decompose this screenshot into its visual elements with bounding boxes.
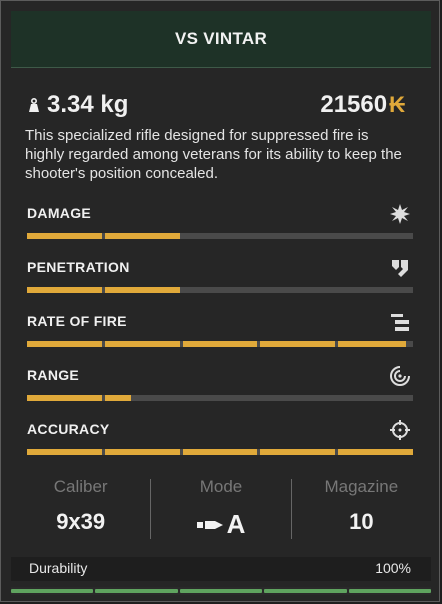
durability-segment (348, 589, 432, 593)
stat-bar-segment (338, 449, 413, 455)
durability-segment (264, 589, 347, 593)
mode-value: A (196, 509, 246, 540)
stat-bar (27, 341, 413, 347)
stat-bar-fill (338, 449, 413, 455)
weapon-description: This specialized rifle designed for supp… (25, 127, 402, 182)
stat-bar-fill (27, 449, 102, 455)
stat-label: RATE OF FIRE (27, 313, 127, 329)
stat-accuracy: ACCURACY (25, 419, 415, 461)
armor-piercing-icon (389, 257, 411, 279)
stat-label: RANGE (27, 367, 80, 383)
weight-value: 3.34 kg (47, 91, 129, 118)
stat-bar-segment (338, 287, 413, 293)
weapon-info: Caliber 9x39 Mode A Magazine 10 (11, 471, 431, 547)
weight-display: 3.34 kg (25, 91, 128, 119)
stat-bar-segment (260, 287, 336, 293)
stat-bar-fill (104, 287, 180, 293)
stat-bar-fill (182, 341, 258, 347)
stat-bar-fill (27, 395, 102, 401)
stat-bar-fill (104, 449, 180, 455)
stat-rate-of-fire: RATE OF FIRE (25, 313, 415, 353)
stat-label: PENETRATION (27, 259, 130, 275)
stat-bar-segment (27, 233, 102, 239)
stat-bar-fill (104, 233, 180, 239)
stat-bar-fill (260, 341, 336, 347)
stat-bar-segment (260, 449, 336, 455)
stat-label: DAMAGE (27, 205, 92, 221)
durability-segment (11, 589, 94, 593)
fire-mode-letter: A (226, 509, 246, 539)
magazine-label: Magazine (324, 477, 399, 496)
caliber-column: Caliber 9x39 (11, 471, 150, 547)
price-display: 21560 ₭ (320, 91, 405, 119)
stat-range: RANGE (25, 365, 415, 407)
stat-bar (27, 287, 413, 293)
stat-bar-segment (182, 233, 258, 239)
stat-bar-segment (260, 395, 336, 401)
stat-bar (27, 449, 413, 455)
stat-bar-segment (27, 341, 102, 347)
stat-bar-segment (104, 287, 180, 293)
stat-bar (27, 395, 413, 401)
stat-bar-segment (182, 395, 258, 401)
stat-bar-fill (27, 341, 102, 347)
stat-bar-segment (182, 341, 258, 347)
durability-segment (179, 589, 263, 593)
stat-bar-fill (27, 287, 102, 293)
stat-bar-fill (104, 341, 180, 347)
stat-bar-segment (338, 341, 413, 347)
caliber-label: Caliber (53, 477, 108, 496)
stat-bar-segment (104, 449, 180, 455)
stat-bar-fill (27, 233, 102, 239)
durability-label: Durability (29, 560, 88, 576)
price-value: 21560 (320, 91, 388, 118)
stat-bar-segment (338, 233, 413, 239)
weapon-name: VS VINTAR (174, 29, 268, 48)
durability-row: Durability 100% (11, 557, 431, 581)
bullet-icon (196, 520, 223, 529)
stat-bar-fill (260, 449, 336, 455)
stat-bar-segment (182, 287, 258, 293)
stat-bar-segment (104, 395, 180, 401)
stat-penetration: PENETRATION (25, 259, 415, 299)
stat-bar-segment (182, 449, 258, 455)
magazine-value: 10 (349, 509, 374, 534)
stat-bar-segment (338, 395, 413, 401)
stat-bar-fill (182, 449, 258, 455)
magazine-column: Magazine 10 (292, 471, 431, 547)
durability-segment (95, 589, 178, 593)
weight-icon (29, 97, 39, 112)
stat-bar-segment (104, 341, 180, 347)
durability-bar (11, 587, 432, 595)
stat-bar-fill (338, 341, 406, 347)
explosion-icon (389, 203, 411, 225)
mode-column: Mode A (151, 471, 290, 547)
range-icon (389, 365, 411, 387)
stat-damage: DAMAGE (25, 203, 415, 245)
durability-value: 100% (375, 560, 411, 576)
rate-of-fire-icon (389, 311, 411, 333)
crosshair-icon (389, 419, 411, 441)
stat-bar-segment (260, 341, 336, 347)
stat-bar-segment (27, 287, 102, 293)
stat-bar (27, 233, 413, 239)
stat-bar-segment (27, 449, 102, 455)
stat-bar-segment (260, 233, 336, 239)
stat-bar-fill (104, 395, 131, 401)
caliber-value: 9x39 (56, 509, 106, 534)
mode-label: Mode (199, 477, 243, 496)
stat-bar-segment (104, 233, 180, 239)
card-header: VS VINTAR (11, 11, 431, 68)
weapon-card: VS VINTAR 3.34 kg 21560 ₭ This specializ… (0, 0, 440, 602)
stat-label: ACCURACY (27, 421, 110, 437)
stat-bar-segment (27, 395, 102, 401)
currency-icon: ₭ (389, 92, 405, 117)
